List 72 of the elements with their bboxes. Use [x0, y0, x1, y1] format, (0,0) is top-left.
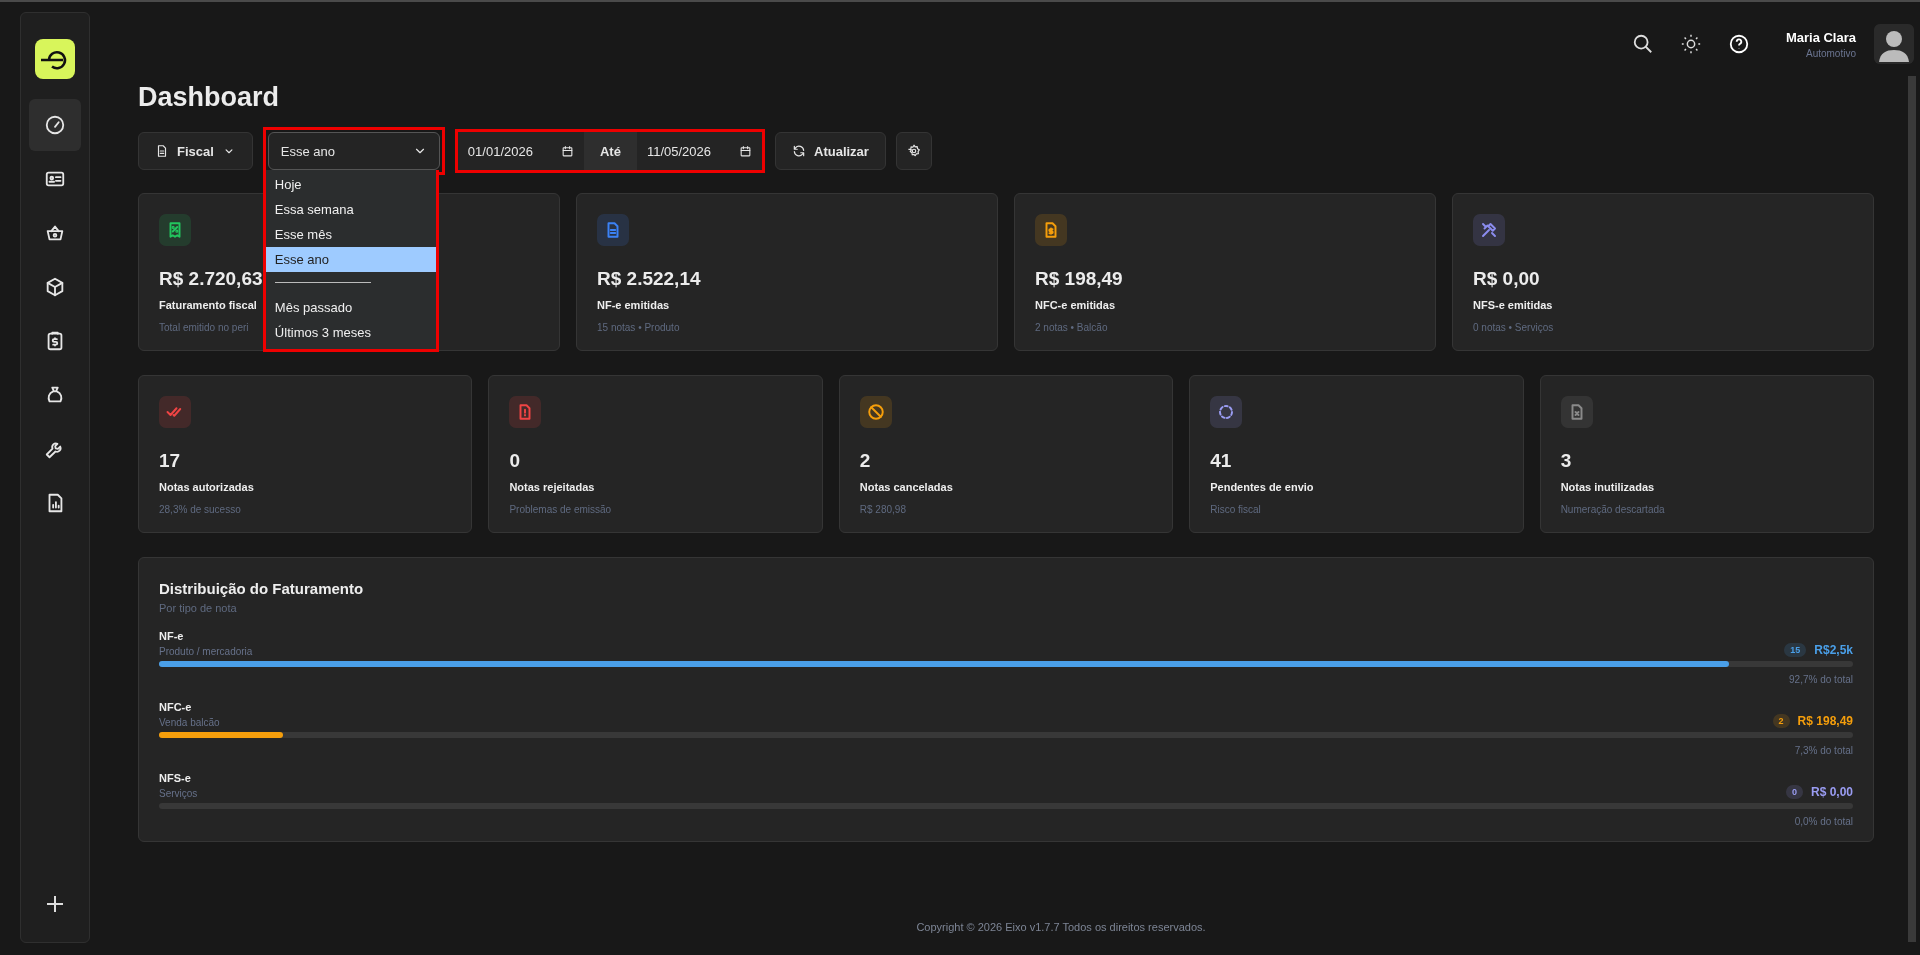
count-badge: 0: [1785, 785, 1803, 799]
document-icon: [155, 144, 169, 158]
dropdown-option[interactable]: Essa semana: [265, 197, 436, 222]
note-type-name: NFS-e: [159, 772, 192, 784]
stat-label: NFS-e emitidas: [1473, 299, 1553, 311]
calendar-icon: [560, 144, 574, 158]
stat-label: NFC-e emitidas: [1035, 299, 1116, 311]
start-date-field[interactable]: 01/01/2026: [457, 132, 584, 170]
note-type-description: Produto / mercadoria: [159, 646, 253, 657]
stat-value: 2: [859, 450, 871, 472]
stat-value: R$ 2.720,63: [159, 268, 263, 290]
stat-note: 15 notas • Produto: [597, 322, 680, 333]
stat-value: R$ 198,49: [1035, 268, 1123, 290]
stat-label: Pendentes de envio: [1210, 481, 1314, 493]
stat-value: R$ 2.522,14: [597, 268, 701, 290]
note-type-description: Venda balcão: [159, 717, 220, 728]
stat-label: Notas canceladas: [859, 481, 953, 493]
user-name: Maria Clara: [1785, 29, 1856, 45]
logo-icon: [35, 39, 75, 79]
stat-note: 28,3% de sucesso: [159, 504, 241, 515]
settings-icon: [906, 144, 921, 158]
stat-value: 17: [159, 450, 181, 472]
stat-note: Numeração descartada: [1560, 504, 1665, 515]
add-icon[interactable]: [45, 894, 65, 914]
amount-value: R$ 198,49: [1797, 714, 1853, 728]
stat-note: 2 notas • Balcão: [1035, 322, 1108, 333]
dropdown-option[interactable]: Esse mês: [265, 222, 436, 247]
box-icon: [44, 276, 66, 298]
end-date-field[interactable]: 11/05/2026: [636, 132, 762, 170]
count-badge: 2: [1772, 714, 1790, 728]
share-percent: 0,0% do total: [1793, 816, 1853, 827]
user-role: Automotivo: [1805, 47, 1856, 59]
stat-note: 0 notas • Serviços: [1473, 322, 1554, 333]
stat-label: Faturamento fiscal: [159, 299, 257, 311]
panel-title: Distribuição do Faturamento: [159, 580, 365, 597]
copyright-text: Copyright © 2026 Eixo v1.7.7 Todos os direitos reservados.: [915, 921, 1207, 933]
stat-value: R$ 0,00: [1473, 268, 1540, 290]
dropdown-option[interactable]: Mês passado: [265, 295, 436, 320]
stat-label: NF-e emitidas: [597, 299, 670, 311]
stat-value: 41: [1210, 450, 1232, 472]
count-badge: 15: [1784, 643, 1807, 657]
date-separator: Até: [583, 132, 637, 170]
refresh-button[interactable]: Atualizar: [775, 132, 886, 170]
page-title: Dashboard: [138, 82, 281, 113]
settings-button[interactable]: [895, 132, 932, 170]
share-percent: 7,3% do total: [1793, 745, 1853, 756]
share-percent: 92,7% do total: [1788, 674, 1853, 685]
dropdown-option[interactable]: Esse ano: [265, 247, 436, 272]
stat-value: 0: [509, 450, 520, 472]
stat-note: Problemas de emissão: [509, 504, 612, 515]
amount-value: R$ 0,00: [1810, 785, 1853, 799]
note-type-name: NFC-e: [159, 701, 193, 713]
stat-label: Notas rejeitadas: [509, 481, 595, 493]
calendar-icon: [739, 144, 752, 158]
stat-note: R$ 280,98: [859, 504, 906, 515]
stat-label: Notas autorizadas: [159, 481, 254, 493]
stat-value: 3: [1560, 450, 1572, 472]
period-select[interactable]: Esse ano: [267, 132, 440, 170]
module-button[interactable]: Fiscal: [138, 132, 253, 170]
scrollbar[interactable]: [1908, 76, 1916, 942]
refresh-icon: [792, 144, 806, 158]
panel-subtitle: Por tipo de nota: [159, 602, 238, 614]
dropdown-option[interactable]: Hoje: [265, 172, 436, 197]
stat-label: Notas inutilizadas: [1560, 481, 1655, 493]
note-type-name: NF-e: [159, 630, 185, 642]
stat-note: Total emitido no peri: [159, 322, 249, 333]
gauge-icon: [44, 114, 66, 136]
note-type-description: Serviços: [159, 788, 198, 799]
amount-value: R$2,5k: [1814, 643, 1853, 657]
nav-item[interactable]: [29, 99, 81, 151]
stat-note: Risco fiscal: [1210, 504, 1261, 515]
dropdown-option[interactable]: Últimos 3 meses: [265, 320, 436, 345]
